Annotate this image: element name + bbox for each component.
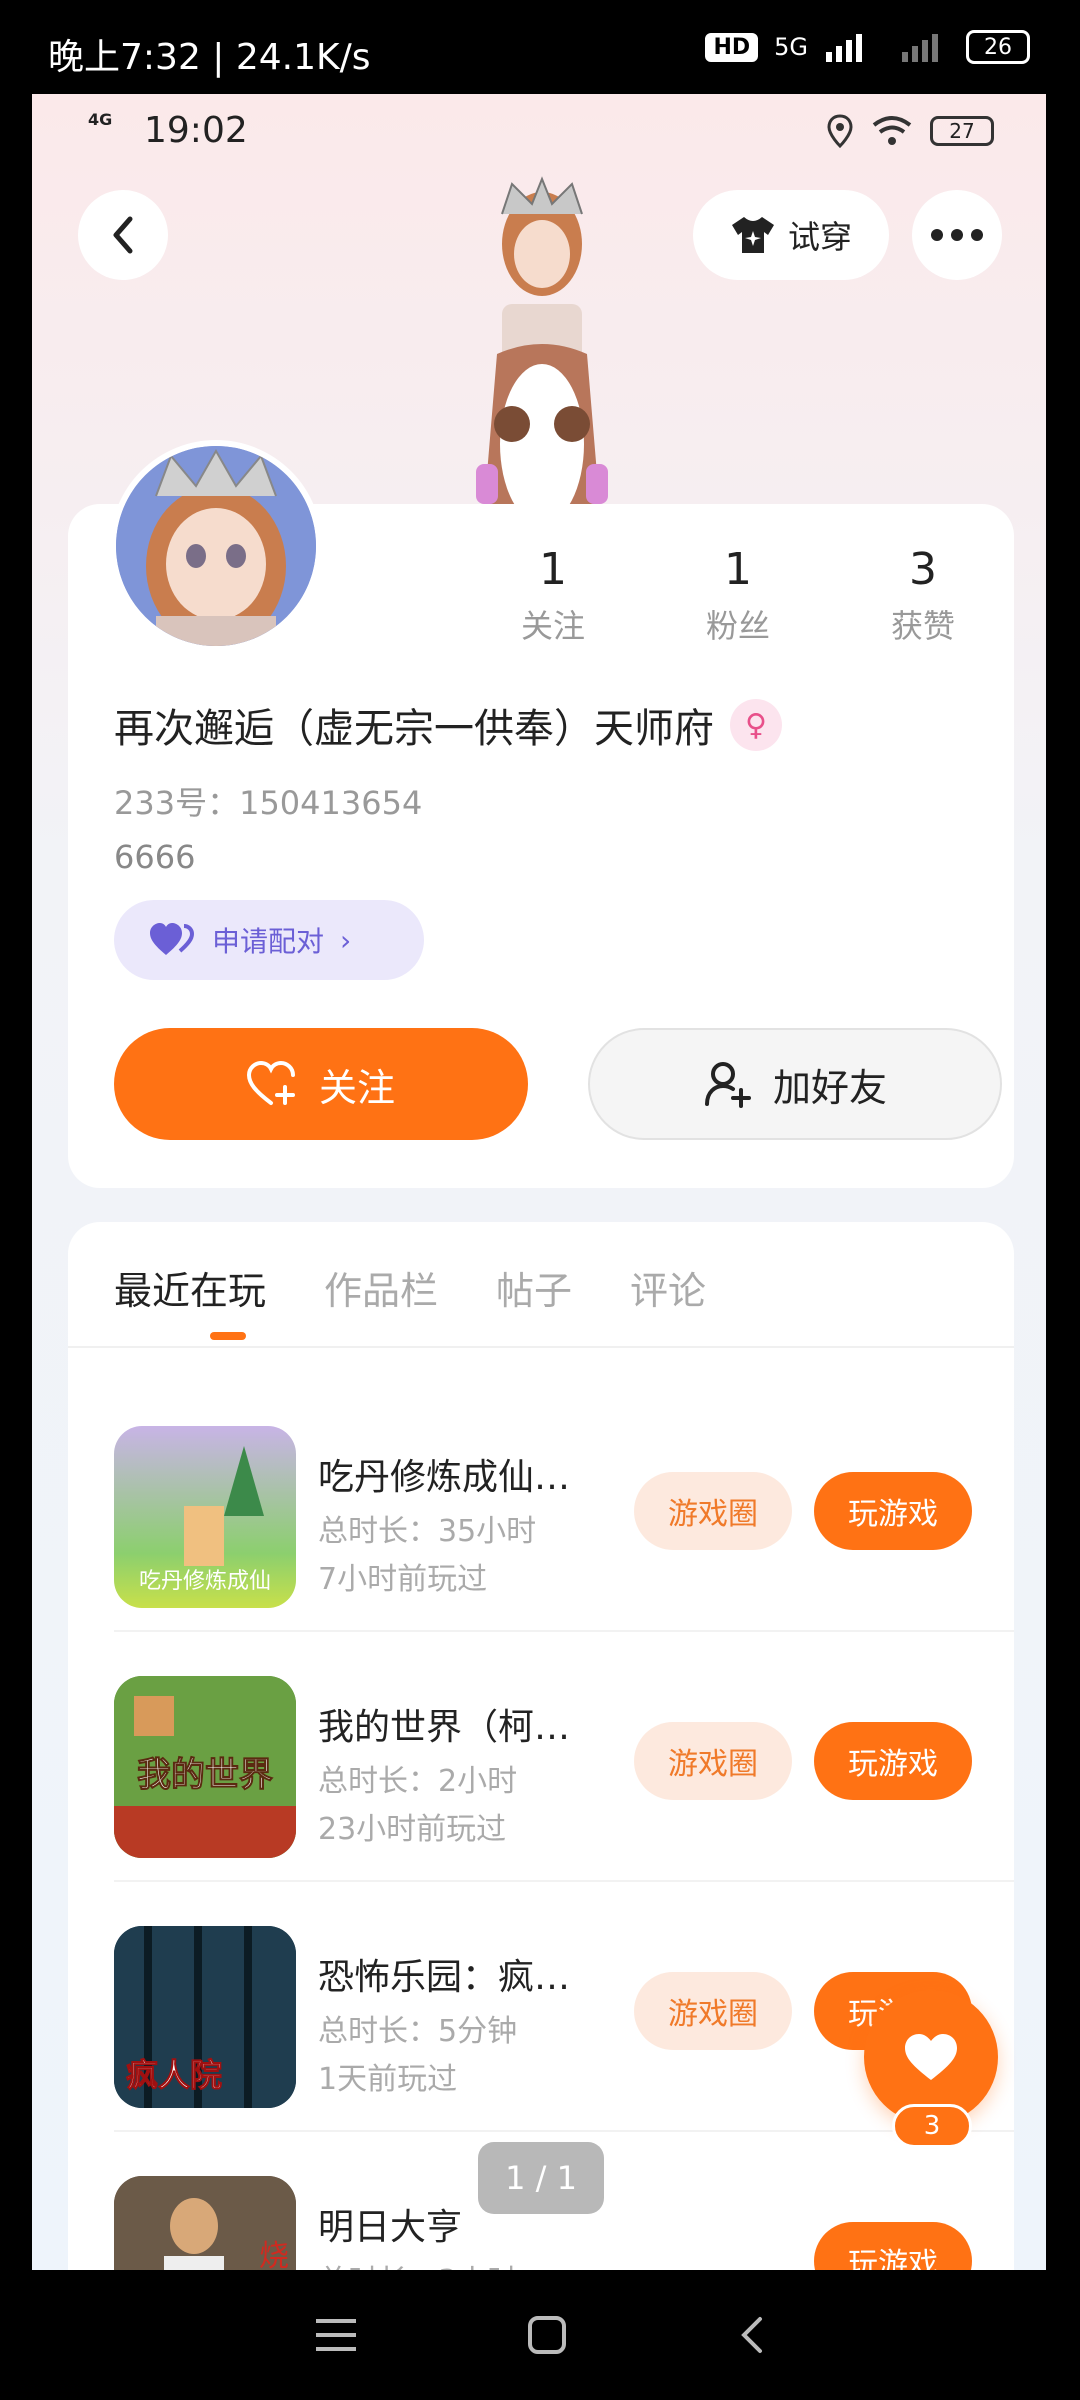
inner-status-bar: 4G 19:02 27 xyxy=(32,94,1046,174)
game-circle-button[interactable]: 游戏圈 xyxy=(634,1722,792,1800)
stat-likes-label: 获赞 xyxy=(890,607,955,645)
game-circle-button[interactable]: 游戏圈 xyxy=(634,1972,792,2050)
svg-text:疯人院: 疯人院 xyxy=(126,2056,222,2094)
heart-plus-icon xyxy=(246,1061,295,1105)
battery-icon: 26 xyxy=(966,30,1030,64)
play-game-button[interactable]: 玩游戏 xyxy=(814,1722,972,1800)
menu-icon[interactable] xyxy=(314,2317,358,2353)
game-icon: 烧 xyxy=(114,2176,296,2270)
apply-pair-label: 申请配对 xyxy=(212,925,325,958)
system-nav-bar xyxy=(0,2270,1080,2400)
tab-posts[interactable]: 帖子 xyxy=(496,1260,572,1315)
game-row[interactable]: 我的世界 我的世界（柯… 总时长：2小时 23小时前玩过 游戏圈 玩游戏 xyxy=(114,1632,1014,1882)
game-duration: 总时长：2小时 xyxy=(318,1764,518,1799)
follow-label: 关注 xyxy=(318,1065,395,1110)
tab-divider xyxy=(68,1346,1014,1348)
wifi-icon xyxy=(872,116,912,145)
svg-text:我的世界: 我的世界 xyxy=(137,1755,273,1795)
add-friend-button[interactable]: 加好友 xyxy=(588,1028,1002,1140)
avatar[interactable] xyxy=(110,440,322,652)
apply-pair-button[interactable]: 申请配对 › xyxy=(114,900,424,980)
back-button[interactable] xyxy=(78,190,168,280)
shirt-icon xyxy=(731,217,774,253)
home-icon[interactable] xyxy=(527,2315,567,2355)
page-indicator: 1 / 1 xyxy=(478,2142,604,2214)
more-icon xyxy=(931,229,983,241)
avatar-image xyxy=(116,446,316,646)
location-icon xyxy=(827,114,853,148)
user-bio: 6666 xyxy=(114,838,196,876)
try-on-label: 试穿 xyxy=(787,218,852,256)
back-icon xyxy=(113,216,133,254)
app-screen: 4G 19:02 27 试穿 1 关注 1 粉丝 3 获赞 再次邂逅（虚无宗一供… xyxy=(32,94,1046,2270)
double-heart-icon xyxy=(150,923,195,955)
inner-network: 4G xyxy=(88,110,113,129)
try-on-button[interactable]: 试穿 xyxy=(693,190,889,280)
like-count-badge: 3 xyxy=(892,2104,972,2148)
play-game-button[interactable]: 玩游戏 xyxy=(814,1472,972,1550)
game-icon: 吃丹修炼成仙 xyxy=(114,1426,296,1608)
game-last-played: 1天前玩过 xyxy=(318,2062,458,2097)
outer-status-icons: HD 5G 26 xyxy=(705,30,1030,64)
username: 再次邂逅（虚无宗一供奉）天师府 xyxy=(114,706,714,752)
game-row[interactable]: 吃丹修炼成仙 吃丹修炼成仙… 总时长：35小时 7小时前玩过 游戏圈 玩游戏 xyxy=(114,1382,1014,1632)
game-last-played: 23小时前玩过 xyxy=(318,1812,507,1847)
chevron-right-icon: › xyxy=(340,923,352,957)
outer-time-speed: 晚上7:32 | 24.1K/s xyxy=(48,37,371,78)
svg-text:吃丹修炼成仙: 吃丹修炼成仙 xyxy=(139,1569,271,1594)
female-gender-icon: ♀ xyxy=(730,699,782,751)
follow-button[interactable]: 关注 xyxy=(114,1028,528,1140)
tabs-card: 最近在玩 作品栏 帖子 评论 吃丹修炼成仙 吃丹修炼成仙… 总时长：35小时 7… xyxy=(68,1222,1014,2270)
inner-status-icons: 27 xyxy=(826,114,994,148)
user-id: 233号：150413654 xyxy=(114,784,423,822)
game-circle-button[interactable]: 游戏圈 xyxy=(634,1472,792,1550)
tab-works[interactable]: 作品栏 xyxy=(324,1260,438,1315)
game-icon: 我的世界 xyxy=(114,1676,296,1858)
heart-icon xyxy=(905,2034,957,2080)
game-last-played: 7小时前玩过 xyxy=(318,1562,488,1597)
stat-likes-num: 3 xyxy=(909,544,937,595)
stat-fans-num: 1 xyxy=(724,544,752,595)
add-friend-label: 加好友 xyxy=(772,1065,887,1110)
signal-icon-2 xyxy=(902,34,938,62)
username-row: 再次邂逅（虚无宗一供奉）天师府 ♀ xyxy=(114,696,782,754)
tab-comments[interactable]: 评论 xyxy=(630,1260,706,1315)
profile-stats: 1 关注 1 粉丝 3 获赞 xyxy=(488,544,988,647)
network-label: 5G xyxy=(774,33,808,61)
stat-following[interactable]: 1 关注 xyxy=(488,544,618,647)
play-game-button[interactable]: 玩游戏 xyxy=(814,2222,972,2270)
tab-indicator xyxy=(210,1332,246,1340)
game-duration: 总时长：5分钟 xyxy=(318,2014,518,2049)
game-duration: 总时长：3小时 xyxy=(318,2256,517,2270)
stat-likes[interactable]: 3 获赞 xyxy=(858,544,988,647)
game-icon: 疯人院 xyxy=(114,1926,296,2108)
inner-battery-icon: 27 xyxy=(930,116,994,146)
more-button[interactable] xyxy=(912,190,1002,280)
game-title: 恐怖乐园：疯… xyxy=(318,1957,571,1998)
stat-fans-label: 粉丝 xyxy=(705,607,770,645)
game-title: 我的世界（柯… xyxy=(318,1707,571,1748)
stat-fans[interactable]: 1 粉丝 xyxy=(673,544,803,647)
add-user-icon xyxy=(704,1062,751,1108)
content-tabs: 最近在玩 作品栏 帖子 评论 xyxy=(114,1260,706,1315)
game-duration: 总时长：35小时 xyxy=(318,1514,537,1549)
stat-following-num: 1 xyxy=(539,544,567,595)
back-nav-icon[interactable] xyxy=(736,2315,766,2355)
tab-recently-played[interactable]: 最近在玩 xyxy=(114,1260,266,1315)
svg-text:烧: 烧 xyxy=(259,2239,289,2270)
stat-following-label: 关注 xyxy=(520,607,585,645)
game-title: 吃丹修炼成仙… xyxy=(318,1457,571,1498)
hd-icon: HD xyxy=(705,32,759,62)
signal-icon xyxy=(826,34,862,62)
outer-status-bar: 晚上7:32 | 24.1K/s HD 5G 26 xyxy=(0,0,1080,94)
inner-time: 19:02 xyxy=(144,110,248,151)
